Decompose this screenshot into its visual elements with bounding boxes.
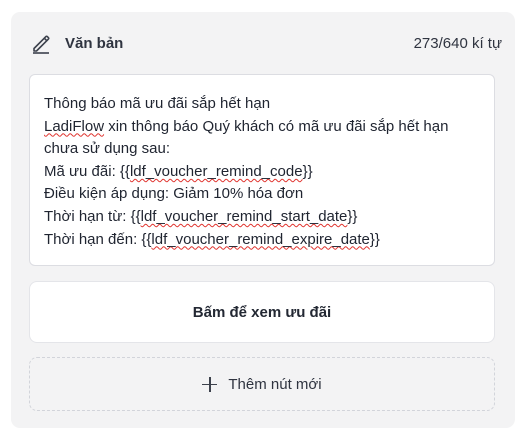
message-text: xin thông báo Quý khách có mã ưu đãi sắp… (104, 117, 449, 135)
panel-title: Văn bản (65, 35, 124, 52)
message-line: Mã ưu đãi: {{ldf_voucher_remind_code}} (44, 161, 480, 184)
brand-word: LadiFlow (44, 117, 105, 135)
panel-header: Văn bản 273/640 kí tự (11, 12, 515, 76)
message-line: chưa sử dụng sau: (44, 140, 170, 158)
template-variable: ldf_voucher_remind_start_date (140, 207, 348, 225)
template-variable: ldf_voucher_remind_expire_date (151, 230, 370, 248)
text-block-panel: Văn bản 273/640 kí tự Thông báo mã ưu đã… (11, 12, 515, 428)
view-offer-button-label: Bấm để xem ưu đãi (192, 303, 332, 321)
message-text: }} (302, 162, 313, 180)
template-variable: ldf_voucher_remind_code (129, 162, 303, 180)
message-text: }} (369, 230, 380, 248)
message-line: LadiFlow xin thông báo Quý khách có mã ư… (44, 116, 480, 139)
message-line: Thời hạn đến: {{ldf_voucher_remind_expir… (44, 229, 480, 252)
view-offer-button[interactable]: Bấm để xem ưu đãi (29, 281, 495, 343)
message-textarea[interactable]: Thông báo mã ưu đãi sắp hết hạn LadiFlow… (29, 74, 495, 266)
message-text: Mã ưu đãi: {{ (44, 162, 130, 180)
pencil-icon (30, 32, 52, 54)
char-counter: 273/640 kí tự (413, 35, 502, 52)
add-button-label: Thêm nút mới (228, 375, 322, 393)
message-text: Thời hạn từ: {{ (44, 207, 141, 225)
message-text: }} (347, 207, 358, 225)
add-button-button[interactable]: Thêm nút mới (29, 357, 495, 411)
message-line: Điều kiện áp dụng: Giảm 10% hóa đơn (44, 185, 304, 203)
message-text: Thời hạn đến: {{ (44, 230, 152, 248)
message-line: Thời hạn từ: {{ldf_voucher_remind_start_… (44, 206, 480, 229)
plus-icon (202, 376, 218, 392)
message-line: Thông báo mã ưu đãi sắp hết hạn (44, 95, 271, 112)
